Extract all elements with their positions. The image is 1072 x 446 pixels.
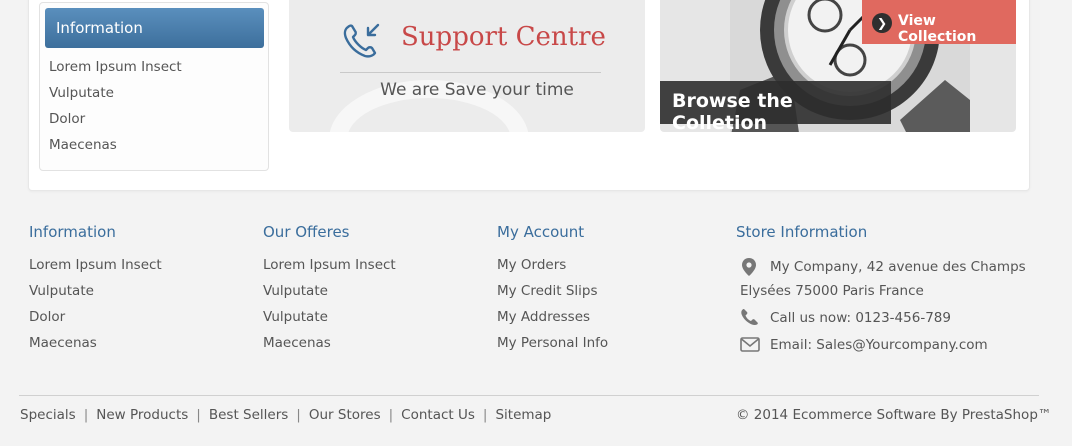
footer-link[interactable]: Lorem Ipsum Insect: [263, 256, 396, 282]
information-block: Information Lorem Ipsum Insect Vulputate…: [39, 2, 269, 171]
footer-link[interactable]: Vulputate: [263, 308, 396, 334]
link-separator: |: [482, 407, 488, 423]
footer-link-our-stores[interactable]: Our Stores: [309, 407, 381, 423]
chevron-right-icon: ❯: [872, 13, 892, 33]
store-address-line2: Elysées 75000 Paris France: [740, 283, 924, 299]
footer-link-new-products[interactable]: New Products: [96, 407, 188, 423]
footer-offers-title: Our Offeres: [263, 223, 350, 241]
link-separator: |: [296, 407, 301, 423]
footer-information-title: Information: [29, 223, 116, 241]
information-link[interactable]: Maecenas: [49, 135, 182, 161]
footer-account-list: My Orders My Credit Slips My Addresses M…: [497, 256, 608, 360]
information-block-title: Information: [45, 8, 264, 48]
store-email[interactable]: Email: Sales@Yourcompany.com: [770, 337, 988, 353]
view-collection-label: View Collection: [898, 13, 977, 45]
envelope-icon: [740, 337, 760, 352]
copyright-text: © 2014 Ecommerce Software By PrestaShop™: [736, 407, 1052, 423]
support-centre-title: Support Centre: [401, 22, 606, 52]
footer-link-contact-us[interactable]: Contact Us: [401, 407, 475, 423]
map-marker-icon: [742, 258, 756, 276]
footer-link[interactable]: Dolor: [29, 308, 162, 334]
footer-link-credit-slips[interactable]: My Credit Slips: [497, 282, 608, 308]
footer-bottom-links: Specials | New Products | Best Sellers |…: [20, 407, 551, 423]
footer-divider: [19, 395, 1039, 396]
phone-callback-icon: [343, 23, 380, 58]
link-separator: |: [83, 407, 89, 423]
footer-link[interactable]: Maecenas: [263, 334, 396, 360]
store-address-line1: My Company, 42 avenue des Champs: [770, 259, 1026, 275]
information-link[interactable]: Lorem Ipsum Insect: [49, 57, 182, 83]
support-centre-subtitle: We are Save your time: [380, 80, 574, 100]
view-collection-button[interactable]: ❯ View Collection: [862, 0, 1016, 45]
footer-link-sitemap[interactable]: Sitemap: [495, 407, 551, 423]
link-separator: |: [388, 407, 394, 423]
divider: [340, 72, 601, 73]
footer-link[interactable]: Vulputate: [29, 282, 162, 308]
footer-link-specials[interactable]: Specials: [20, 407, 76, 423]
footer-link[interactable]: Maecenas: [29, 334, 162, 360]
store-phone: Call us now: 0123-456-789: [770, 310, 951, 326]
information-block-list: Lorem Ipsum Insect Vulputate Dolor Maece…: [49, 57, 182, 161]
collection-banner[interactable]: ❯ View Collection Browse the Colletion: [660, 0, 1016, 132]
footer-link[interactable]: Lorem Ipsum Insect: [29, 256, 162, 282]
footer-account-title: My Account: [497, 223, 585, 241]
phone-icon: [741, 309, 758, 325]
information-link[interactable]: Dolor: [49, 109, 182, 135]
footer-link-personal-info[interactable]: My Personal Info: [497, 334, 608, 360]
information-link[interactable]: Vulputate: [49, 83, 182, 109]
footer-store-title: Store Information: [736, 223, 868, 241]
footer-information-list: Lorem Ipsum Insect Vulputate Dolor Maece…: [29, 256, 162, 360]
footer-link[interactable]: Vulputate: [263, 282, 396, 308]
footer-link-my-orders[interactable]: My Orders: [497, 256, 608, 282]
link-separator: |: [196, 407, 201, 423]
browse-collection-caption[interactable]: Browse the Colletion: [660, 81, 891, 132]
footer-link-addresses[interactable]: My Addresses: [497, 308, 608, 334]
support-centre-banner[interactable]: Support Centre We are Save your time: [289, 0, 645, 132]
footer-link-best-sellers[interactable]: Best Sellers: [209, 407, 288, 423]
footer-offers-list: Lorem Ipsum Insect Vulputate Vulputate M…: [263, 256, 396, 360]
